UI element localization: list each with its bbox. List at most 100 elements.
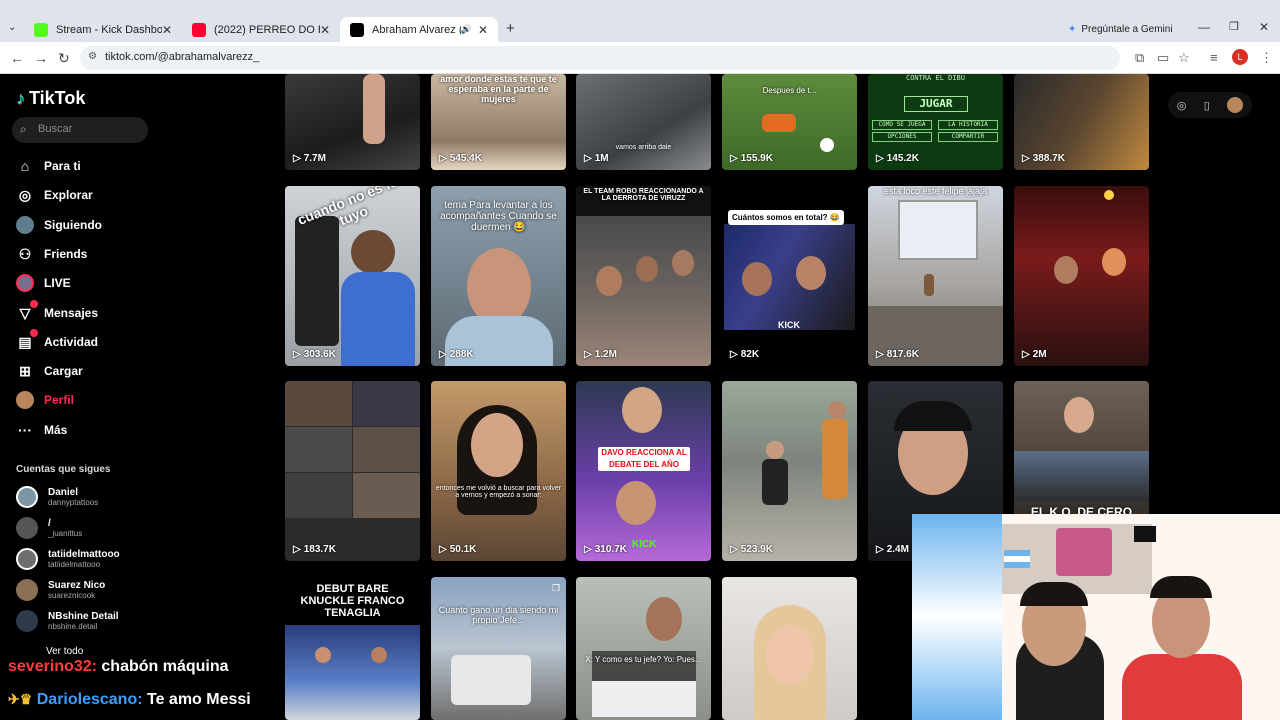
thumbnail-face (828, 401, 846, 419)
cast-icon[interactable]: ▭ (1157, 50, 1169, 66)
close-tab-icon[interactable]: ✕ (320, 23, 330, 37)
back-icon[interactable]: ← (10, 50, 24, 66)
video-thumbnail[interactable]: CONTRA EL DIBU JUGAR CÓMO SE JUEGA LA HI… (868, 74, 1003, 170)
view-count: ▷ 545.4K (439, 153, 482, 164)
video-thumbnail[interactable]: ▷ 523.9K (722, 381, 857, 561)
nav-mensajes[interactable]: ▽ Mensajes (16, 300, 98, 322)
tab-tiktok[interactable]: Abraham Alvarez (@abraha 🔊 ✕ (340, 17, 498, 42)
close-tab-icon[interactable]: ✕ (478, 23, 488, 37)
video-thumbnail[interactable]: Despues de t... ▷ 155.9K (722, 74, 857, 170)
video-thumbnail[interactable]: ▷ 388.7K (1014, 74, 1149, 170)
following-account[interactable]: Suarez Nico suareznicook (16, 579, 105, 601)
following-account[interactable]: NBshine Detail nbshine.detail (16, 610, 119, 632)
video-thumbnail[interactable]: esta loco este felipe jajaja ▷ 817.6K (868, 186, 1003, 366)
tiktok-sidebar: ♪ TikTok ⌕ Buscar ⌂ Para ti ◎ Explorar S… (0, 74, 160, 720)
nav-perfil[interactable]: Perfil (16, 391, 74, 409)
thumbnail-ring (1014, 451, 1149, 501)
search-icon: ⌕ (20, 122, 27, 136)
new-tab-icon[interactable]: + (506, 20, 515, 37)
menu-kebab-icon[interactable]: ⋮ (1260, 50, 1273, 66)
argentina-flag-icon (1004, 550, 1030, 568)
bookmark-star-icon[interactable]: ☆ (1178, 50, 1190, 66)
video-caption: Despues de t... (762, 86, 817, 95)
thumbnail-window (898, 200, 978, 260)
thumbnail-face (616, 481, 656, 525)
live-icon (16, 274, 34, 292)
site-info-icon[interactable]: ⚙ (88, 51, 97, 62)
minimize-icon[interactable]: — (1198, 20, 1210, 34)
video-thumbnail[interactable]: amor donde estas te que te esperaba en l… (431, 74, 566, 170)
view-count-text: 388.7K (1032, 153, 1065, 164)
following-account[interactable]: / _juanittus (16, 517, 82, 539)
reload-icon[interactable]: ↻ (58, 50, 70, 67)
video-thumbnail[interactable]: cuando no es lo tuyo ▷ 303.6K (285, 186, 420, 366)
game-option: OPCIONES (872, 132, 932, 142)
close-window-icon[interactable]: ✕ (1259, 20, 1269, 34)
view-count-text: 2M (1032, 349, 1047, 360)
video-thumbnail[interactable]: X: Y como es tu jefe? Yo: Pues... (576, 577, 711, 720)
flag-backdrop (912, 514, 1002, 720)
video-thumbnail[interactable]: entonces me volvió a buscar para volver … (431, 381, 566, 561)
video-thumbnail[interactable]: EL TEAM ROBO REACCIONANDO A LA DERROTA D… (576, 186, 711, 366)
thumbnail-face (622, 387, 662, 433)
webcam-overlay (912, 514, 1280, 720)
nav-siguiendo[interactable]: Siguiendo (16, 216, 102, 234)
tiktok-logo[interactable]: ♪ TikTok (16, 88, 85, 109)
play-icon: ▷ (730, 544, 738, 555)
profile-avatar-icon[interactable]: L (1232, 49, 1248, 65)
following-account[interactable]: Daniel dannyptattoos (16, 486, 98, 508)
view-count-text: 310.7K (594, 544, 627, 555)
search-input[interactable]: ⌕ Buscar (12, 117, 148, 143)
video-thumbnail[interactable]: vamos arriba dale ▷ 1M (576, 74, 711, 170)
see-all-link[interactable]: Ver todo (46, 646, 83, 657)
video-thumbnail[interactable]: Cuántos somos en total? 😂 KICK ▷ 82K (722, 186, 857, 366)
compass-icon[interactable]: ◎ (1177, 99, 1187, 112)
avatar (16, 517, 38, 539)
nav-friends[interactable]: ⚇ Friends (16, 245, 88, 263)
nav-explorar[interactable]: ◎ Explorar (16, 186, 93, 204)
play-icon: ▷ (730, 349, 738, 360)
tab-kick-dashboard[interactable]: Stream - Kick Dashboard ✕ (24, 17, 182, 42)
forward-icon[interactable]: → (34, 50, 48, 66)
video-thumbnail[interactable]: ▷ 183.7K (285, 381, 420, 561)
tab-search-icon[interactable]: ⌄ (8, 22, 16, 33)
close-tab-icon[interactable]: ✕ (162, 23, 172, 37)
phone-icon[interactable]: ▯ (1204, 99, 1210, 112)
nav-label: Más (44, 423, 68, 437)
view-count: ▷ 82K (730, 349, 759, 360)
gemini-button[interactable]: ✦ Pregúntale a Gemini (1068, 20, 1173, 38)
video-thumbnail[interactable]: ▷ 2M (1014, 186, 1149, 366)
video-thumbnail[interactable] (722, 577, 857, 720)
carousel-icon: ❐ (551, 583, 560, 593)
video-thumbnail[interactable]: DAVO REACCIONA AL DEBATE DEL AÑO KICK ▷ 3… (576, 381, 711, 561)
url-field[interactable]: ⚙ tiktok.com/@abrahamalvarezz_ (80, 46, 1120, 70)
view-count-text: 1M (594, 153, 609, 164)
video-caption: amor donde estas te que te esperaba en l… (440, 74, 557, 104)
view-count-text: 303.6K (303, 349, 336, 360)
nav-para-ti[interactable]: ⌂ Para ti (16, 157, 81, 175)
nav-live[interactable]: LIVE (16, 274, 71, 292)
video-thumbnail[interactable]: ▷ 7.7M (285, 74, 420, 170)
reading-list-icon[interactable]: ≡ (1210, 50, 1218, 65)
avatar-icon[interactable] (1227, 97, 1244, 113)
translate-icon[interactable]: ⧉ (1135, 50, 1144, 66)
thumbnail-face (766, 625, 814, 685)
nav-actividad[interactable]: ▤ Actividad (16, 329, 98, 351)
video-thumbnail[interactable]: tema Para levantar a los acompañantes Cu… (431, 186, 566, 366)
nav-mas[interactable]: ··· Más (16, 421, 67, 439)
thumbnail-paper (592, 681, 696, 717)
kick-logo: KICK (632, 539, 657, 550)
account-name: Daniel (48, 487, 79, 498)
maximize-icon[interactable]: ❐ (1229, 20, 1239, 33)
video-thumbnail[interactable]: DEBUT BARE KNUCKLE FRANCO TENAGLIA (285, 577, 420, 720)
tab-title: (2022) PERREO DO FAVELA - A (214, 23, 320, 36)
view-count: ▷ 183.7K (293, 544, 336, 555)
video-thumbnail[interactable]: Cuanto gano un dia siendo mi propio Jefe… (431, 577, 566, 720)
nav-cargar[interactable]: ⊞ Cargar (16, 362, 83, 380)
audio-icon[interactable]: 🔊 (461, 24, 472, 35)
following-account[interactable]: tatiidelmattooo tatiidelmattooo (16, 548, 120, 570)
play-icon: ▷ (1022, 153, 1030, 164)
video-caption: cuando no es lo tuyo (295, 186, 400, 229)
streamer-left-hair (1020, 582, 1088, 606)
tab-youtube[interactable]: (2022) PERREO DO FAVELA - A ✕ (182, 17, 340, 42)
